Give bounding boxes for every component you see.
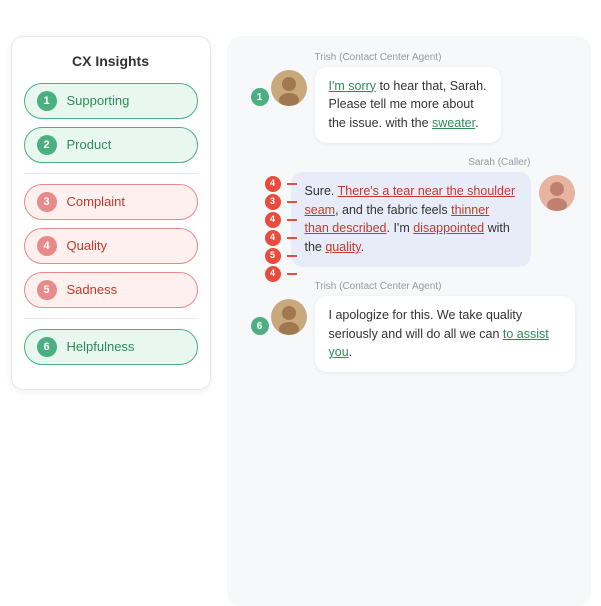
insight-badge-4: 4 [37, 236, 57, 256]
cx-insights-panel: CX Insights 1 Supporting 2 Product 3 Com… [11, 36, 211, 390]
indicator-5: 5 [265, 248, 281, 264]
insight-label-supporting: Supporting [67, 93, 130, 108]
insight-badge-1: 1 [37, 91, 57, 111]
text-quality: quality [325, 240, 360, 254]
insight-label-complaint: Complaint [67, 194, 126, 209]
insight-label-product: Product [67, 137, 112, 152]
insight-item-helpfulness[interactable]: 6 Helpfulness [24, 329, 198, 365]
insight-badge-2: 2 [37, 135, 57, 155]
text-sweater: sweater [432, 116, 475, 130]
divider-2 [24, 318, 198, 319]
agent-bubble-2: I apologize for this. We take quality se… [315, 296, 575, 372]
insight-badge-5: 5 [37, 280, 57, 300]
insight-label-quality: Quality [67, 238, 107, 253]
caller-text-sure: Sure. [305, 184, 338, 198]
text-disappointed: disappointed [413, 221, 484, 235]
indicator-4a: 4 [265, 176, 281, 192]
indicator-4b: 4 [265, 212, 281, 228]
insight-badge-6: 6 [37, 337, 57, 357]
agent-bubble-1: I'm sorry to hear that, Sarah. Please te… [315, 67, 501, 143]
indicator-4c: 4 [265, 230, 281, 246]
indicator-3: 3 [265, 194, 281, 210]
panel-title: CX Insights [24, 53, 198, 69]
insight-item-supporting[interactable]: 1 Supporting [24, 83, 198, 119]
insight-label-helpfulness: Helpfulness [67, 339, 135, 354]
insight-item-complaint[interactable]: 3 Complaint [24, 184, 198, 220]
chat-message-2: Sarah (Caller) 4 3 [271, 157, 575, 267]
insight-label-sadness: Sadness [67, 282, 118, 297]
caller-bubble: 4 3 4 4 [291, 172, 531, 267]
agent-avatar-1 [271, 70, 307, 106]
text-im-sorry: I'm sorry [329, 79, 377, 93]
indicator-1: 1 [251, 88, 269, 106]
insight-item-sadness[interactable]: 5 Sadness [24, 272, 198, 308]
divider-1 [24, 173, 198, 174]
chat-message-3: 6 Trish (Contact Center Agent) I apologi… [271, 281, 575, 372]
insight-badge-3: 3 [37, 192, 57, 212]
indicator-4d: 4 [265, 266, 281, 282]
indicator-6: 6 [251, 317, 269, 335]
insight-item-quality[interactable]: 4 Quality [24, 228, 198, 264]
chat-panel: 1 Trish (Contact Center Agent) I'm sorry… [227, 36, 591, 606]
chat-message-1: 1 Trish (Contact Center Agent) I'm sorry… [271, 52, 575, 143]
caller-sender-label: Sarah (Caller) [468, 157, 530, 168]
insight-item-product[interactable]: 2 Product [24, 127, 198, 163]
agent-sender-label-2: Trish (Contact Center Agent) [315, 281, 442, 292]
agent-avatar-2 [271, 299, 307, 335]
agent-sender-label-1: Trish (Contact Center Agent) [315, 52, 442, 63]
caller-avatar [539, 175, 575, 211]
